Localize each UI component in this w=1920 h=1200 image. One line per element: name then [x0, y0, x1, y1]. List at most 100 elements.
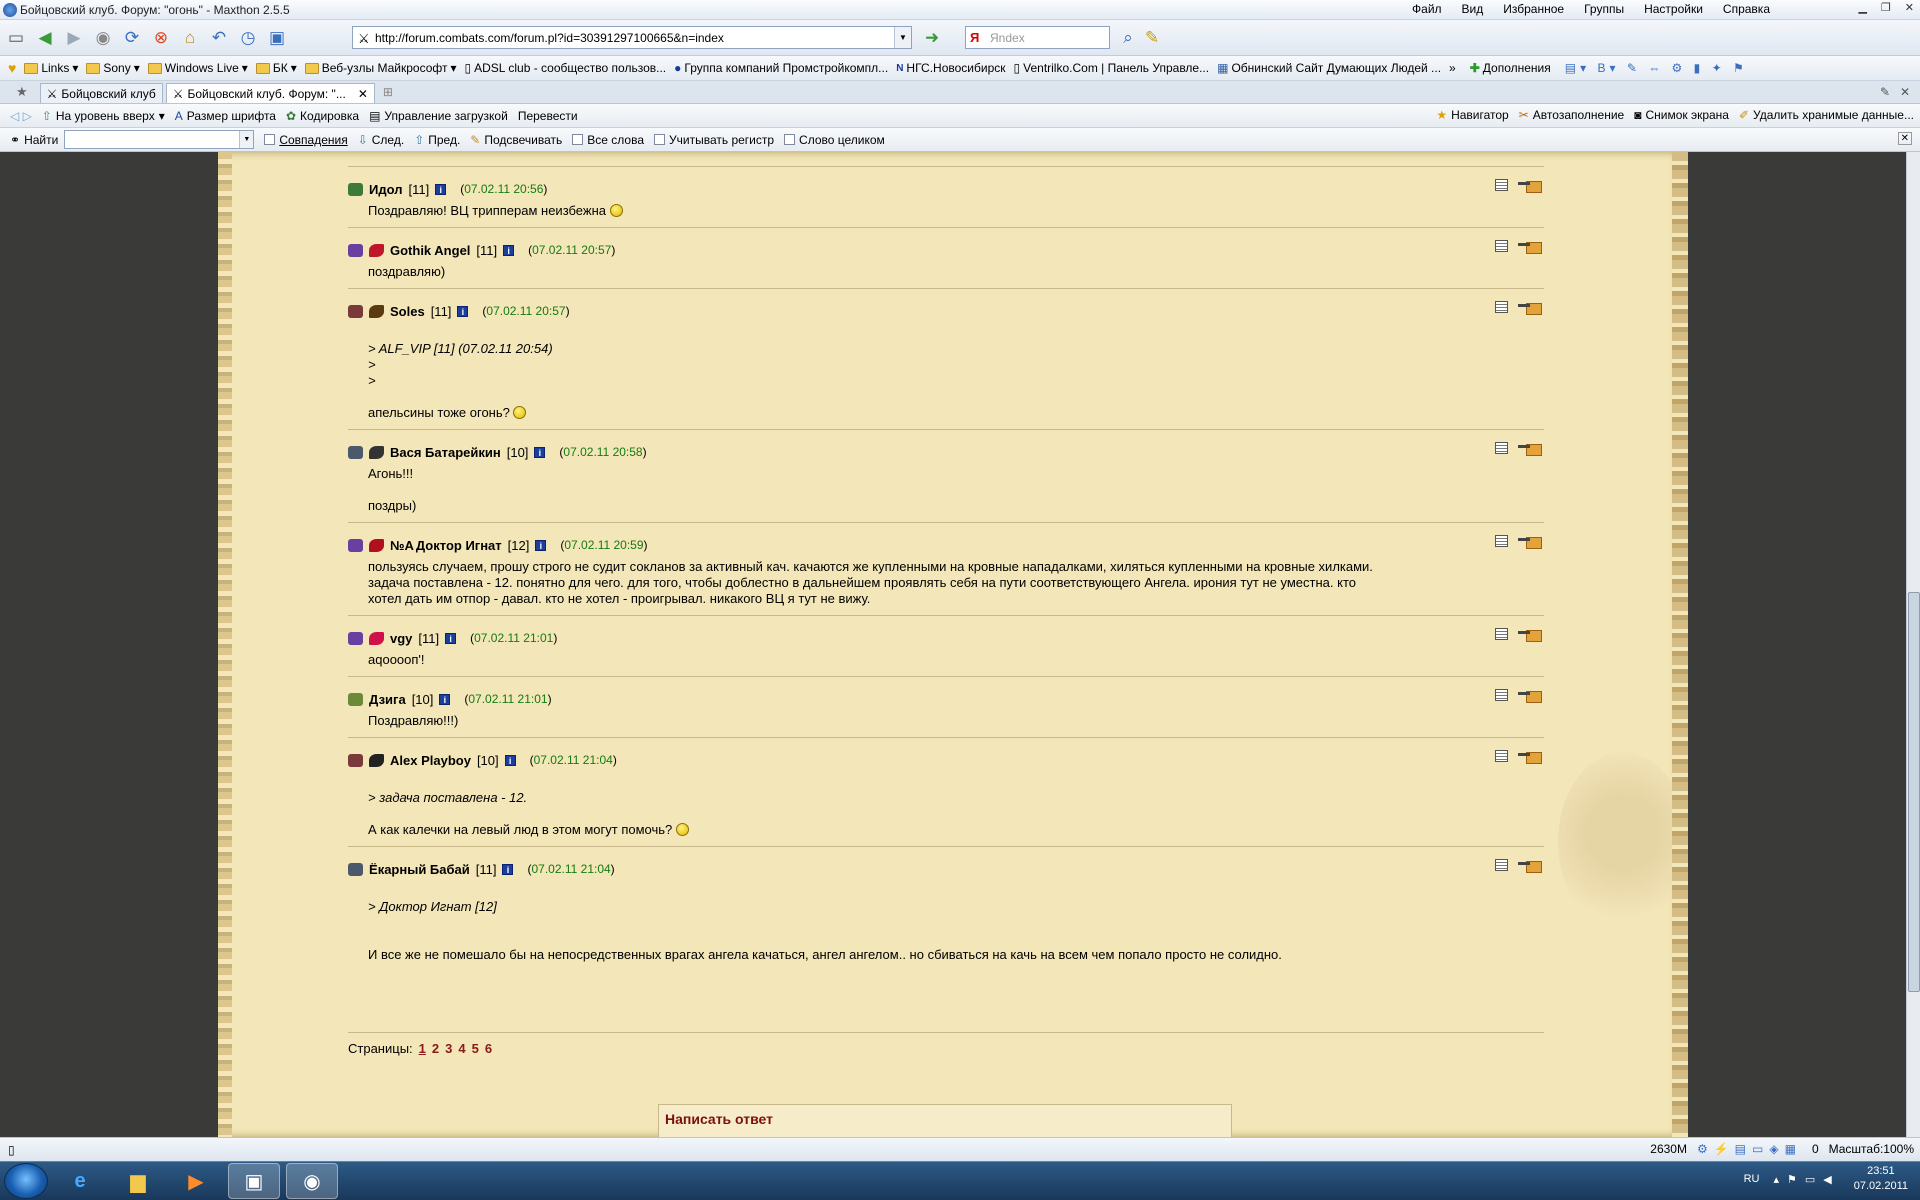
- highlight-icon[interactable]: ✎: [1139, 25, 1165, 51]
- reply-icon[interactable]: [1518, 442, 1542, 456]
- close-window-tab-icon[interactable]: ✕: [1900, 85, 1910, 99]
- highlight-button[interactable]: ✎ Подсвечивать: [470, 133, 562, 147]
- clan-icon[interactable]: [348, 753, 363, 767]
- find-input[interactable]: ▼: [64, 130, 255, 149]
- quote-icon[interactable]: [1495, 628, 1508, 640]
- menu-settings[interactable]: Настройки: [1644, 2, 1703, 16]
- close-icon[interactable]: ✕: [1905, 1, 1914, 14]
- forward-icon[interactable]: ▶: [61, 25, 87, 51]
- clock[interactable]: 23:51 07.02.2011: [1854, 1164, 1908, 1194]
- menu-groups[interactable]: Группы: [1584, 2, 1624, 16]
- info-icon[interactable]: i: [503, 244, 515, 256]
- addons-button[interactable]: ✚ Дополнения: [1470, 61, 1551, 75]
- info-icon[interactable]: i: [502, 863, 514, 875]
- bookmark-ngs[interactable]: N НГС.Новосибирск: [896, 61, 1005, 75]
- post-author[interactable]: Идол: [369, 182, 402, 197]
- info-icon[interactable]: i: [535, 539, 547, 551]
- menu-file[interactable]: Файл: [1412, 2, 1442, 16]
- translate-button[interactable]: Перевести: [518, 109, 578, 123]
- info-icon[interactable]: i: [457, 305, 469, 317]
- window-icon[interactable]: ▣: [264, 25, 290, 51]
- clan-icon[interactable]: [348, 631, 363, 645]
- reply-icon[interactable]: [1518, 301, 1542, 315]
- info-icon[interactable]: i: [445, 632, 457, 644]
- page-link-2[interactable]: 2: [432, 1041, 439, 1056]
- page-link-3[interactable]: 3: [445, 1041, 452, 1056]
- search-icon[interactable]: ⌕: [1115, 25, 1141, 51]
- reply-box[interactable]: Написать ответ: [658, 1104, 1232, 1137]
- reply-icon[interactable]: [1518, 628, 1542, 642]
- search-input[interactable]: Я Яndex: [965, 26, 1110, 49]
- toolbar-icons[interactable]: ▤▾ B▾ ✎ ⇔ ⚙ ▮ ✦ ⚑: [1565, 61, 1748, 75]
- star-icon[interactable]: ★: [16, 84, 28, 100]
- chevron-down-icon[interactable]: ▼: [239, 131, 254, 148]
- quote-icon[interactable]: [1495, 535, 1508, 547]
- clear-data-button[interactable]: ✐ Удалить хранимые данные...: [1739, 108, 1914, 122]
- post-author[interactable]: vgy: [390, 631, 412, 646]
- new-tab-icon[interactable]: ⊞: [383, 85, 393, 99]
- post-author[interactable]: Alex Playboy: [390, 753, 471, 768]
- clan-icon[interactable]: [348, 538, 363, 552]
- stop-icon[interactable]: ⊗: [148, 25, 174, 51]
- zoom-level[interactable]: Масштаб:100%: [1829, 1142, 1914, 1156]
- clan-icon[interactable]: [348, 445, 363, 459]
- bookmark-ventrilko[interactable]: ▯ Ventrilko.Com | Панель Управле...: [1014, 61, 1210, 75]
- rank-icon[interactable]: [369, 243, 384, 257]
- quote-icon[interactable]: [1495, 442, 1508, 454]
- clan-icon[interactable]: [348, 862, 363, 876]
- history-dropdown-icon[interactable]: ◉: [90, 25, 116, 51]
- bookmark-links[interactable]: Links ▾: [24, 61, 78, 75]
- vertical-scrollbar[interactable]: [1906, 152, 1920, 1137]
- page-link-4[interactable]: 4: [458, 1041, 465, 1056]
- new-page-icon[interactable]: ▭: [3, 25, 29, 51]
- info-icon[interactable]: i: [439, 693, 451, 705]
- bookmark-adsl[interactable]: ▯ ADSL club - сообщество пользов...: [465, 61, 667, 75]
- taskbar-maxthon[interactable]: ◉: [286, 1163, 338, 1199]
- bookmark-microsoft[interactable]: Веб-узлы Майкрософт ▾: [304, 61, 457, 75]
- rank-icon[interactable]: [369, 753, 384, 767]
- matches-checkbox[interactable]: Совпадения: [264, 133, 348, 147]
- status-icons[interactable]: ⚙⚡▤▭◈▦: [1697, 1142, 1802, 1156]
- start-button[interactable]: [4, 1163, 48, 1199]
- tray-icons[interactable]: ▴⚑▭◀: [1774, 1173, 1840, 1186]
- rank-icon[interactable]: [369, 538, 384, 552]
- reply-icon[interactable]: [1518, 240, 1542, 254]
- rank-icon[interactable]: [369, 631, 384, 645]
- bookmark-bk[interactable]: БК ▾: [255, 61, 297, 75]
- minimize-icon[interactable]: ▁: [1858, 1, 1866, 14]
- reply-icon[interactable]: [1518, 689, 1542, 703]
- font-size-button[interactable]: A Размер шрифта: [175, 109, 276, 123]
- menu-help[interactable]: Справка: [1723, 2, 1770, 16]
- clock-icon[interactable]: ◷: [235, 25, 261, 51]
- bookmark-obninsk[interactable]: ▦ Обнинский Сайт Думающих Людей ...: [1217, 61, 1441, 75]
- quote-icon[interactable]: [1495, 301, 1508, 313]
- quote-icon[interactable]: [1495, 750, 1508, 762]
- find-next-button[interactable]: ⇩ След.: [358, 133, 404, 147]
- whole-word-checkbox[interactable]: Слово целиком: [784, 133, 885, 147]
- home-icon[interactable]: ⌂: [177, 25, 203, 51]
- rank-icon[interactable]: [369, 304, 384, 318]
- refresh-icon[interactable]: ⟳: [119, 25, 145, 51]
- reply-icon[interactable]: [1518, 535, 1542, 549]
- quote-icon[interactable]: [1495, 240, 1508, 252]
- info-icon[interactable]: i: [435, 183, 447, 195]
- page-link-1[interactable]: 1: [419, 1041, 426, 1056]
- all-words-checkbox[interactable]: Все слова: [572, 133, 644, 147]
- clan-icon[interactable]: [348, 243, 363, 257]
- clan-icon[interactable]: [348, 692, 363, 706]
- autofill-button[interactable]: ✂ Автозаполнение: [1519, 108, 1624, 122]
- go-icon[interactable]: ➜: [919, 25, 945, 51]
- post-author[interactable]: Ёкарный Бабай: [369, 862, 470, 877]
- page-link-5[interactable]: 5: [472, 1041, 479, 1056]
- reply-icon[interactable]: [1518, 179, 1542, 193]
- menu-view[interactable]: Вид: [1462, 2, 1484, 16]
- clan-icon[interactable]: [348, 182, 363, 196]
- navigator-button[interactable]: ★ Навигатор: [1436, 108, 1508, 122]
- post-author[interactable]: Вася Батарейкин: [390, 445, 501, 460]
- case-checkbox[interactable]: Учитывать регистр: [654, 133, 774, 147]
- language-indicator[interactable]: RU: [1744, 1173, 1760, 1185]
- back-icon[interactable]: ◀: [32, 25, 58, 51]
- explorer-folder-icon[interactable]: ▆: [112, 1163, 164, 1199]
- close-tab-icon[interactable]: ✕: [358, 87, 368, 101]
- quote-icon[interactable]: [1495, 179, 1508, 191]
